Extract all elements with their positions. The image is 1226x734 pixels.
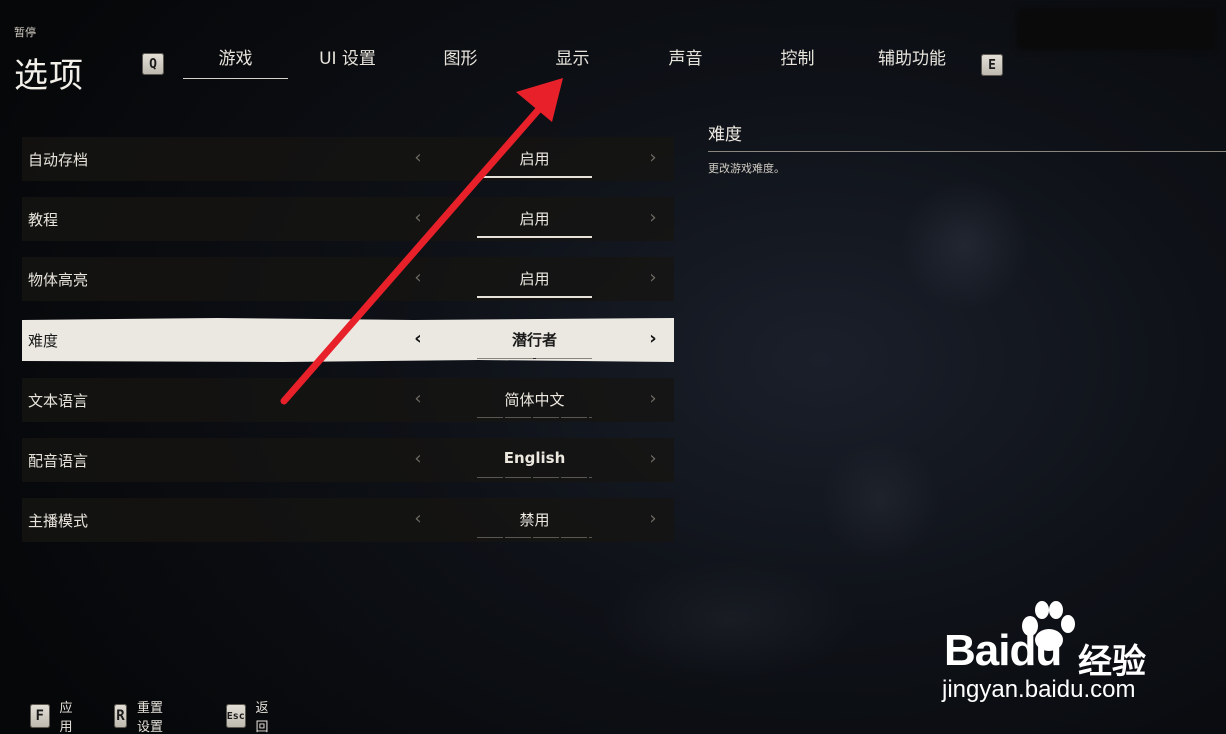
setting-value: 简体中文 (504, 391, 565, 409)
description-panel: 难度 更改游戏难度。 (708, 120, 1226, 176)
description-divider (708, 151, 1226, 152)
setting-row-streamer-mode[interactable]: 主播模式 ‹ 禁用 › (22, 498, 674, 542)
tab-graphics[interactable]: 图形 (408, 44, 513, 78)
setting-value: 启用 (519, 150, 550, 168)
chevron-left-icon[interactable]: ‹ (410, 147, 426, 168)
tab-game[interactable]: 游戏 (183, 44, 288, 79)
chevron-left-icon[interactable]: ‹ (410, 267, 426, 288)
setting-row-text-language[interactable]: 文本语言 ‹ 简体中文 › (22, 378, 674, 422)
chevron-left-icon[interactable]: ‹ (410, 388, 426, 409)
tab-accessibility[interactable]: 辅助功能 (852, 44, 972, 78)
tab-controls[interactable]: 控制 (745, 44, 850, 78)
baidu-jingyan-watermark: Baidu 经验 jingyan.baidu.com (938, 600, 1168, 710)
value-underline (477, 176, 592, 178)
setting-value: English (503, 449, 566, 467)
page-title: 选项 (14, 56, 84, 96)
back-button[interactable]: Esc 返回 (226, 701, 275, 734)
chevron-right-icon[interactable]: › (645, 207, 661, 228)
setting-row-tutorial[interactable]: 教程 ‹ 启用 › (22, 197, 674, 241)
value-underline (477, 358, 592, 359)
tab-display[interactable]: 显示 (520, 44, 625, 78)
description-title: 难度 (708, 125, 742, 145)
reset-settings-label: 重置设置 (137, 701, 164, 734)
setting-label: 配音语言 (28, 452, 89, 470)
value-underline (477, 477, 592, 478)
background-glow (600, 560, 860, 680)
background-glow (820, 440, 940, 560)
chevron-left-icon[interactable]: ‹ (410, 508, 426, 529)
chevron-right-icon[interactable]: › (645, 267, 661, 288)
prev-tab-key-q[interactable]: Q (142, 53, 164, 75)
setting-label: 难度 (28, 332, 59, 350)
apply-button[interactable]: F 应用 (30, 701, 79, 734)
watermark-logo-text: Baidu (944, 626, 1062, 675)
next-tab-key-e[interactable]: E (981, 54, 1003, 76)
chevron-left-icon[interactable]: ‹ (410, 328, 426, 349)
chevron-right-icon[interactable]: › (645, 448, 661, 469)
key-esc-badge: Esc (226, 704, 246, 728)
chevron-right-icon[interactable]: › (645, 147, 661, 168)
blurred-overlay (1016, 8, 1216, 50)
apply-label: 应用 (59, 701, 73, 734)
setting-value: 启用 (519, 270, 550, 288)
description-text: 更改游戏难度。 (708, 162, 785, 175)
chevron-right-icon[interactable]: › (645, 388, 661, 409)
reset-settings-button[interactable]: R 重置设置 (114, 701, 163, 734)
chevron-left-icon[interactable]: ‹ (410, 207, 426, 228)
setting-label: 教程 (28, 211, 59, 229)
setting-row-object-highlight[interactable]: 物体高亮 ‹ 启用 › (22, 257, 674, 301)
chevron-right-icon[interactable]: › (645, 328, 661, 349)
key-f-badge: F (30, 704, 50, 728)
value-underline (477, 537, 592, 538)
value-underline (477, 296, 592, 298)
back-label: 返回 (255, 701, 269, 734)
watermark-url: jingyan.baidu.com (942, 676, 1136, 703)
key-r-badge: R (114, 704, 127, 728)
setting-label: 自动存档 (28, 151, 89, 169)
setting-row-autosave[interactable]: 自动存档 ‹ 启用 › (22, 137, 674, 181)
background-glow (900, 180, 1030, 310)
tab-ui-settings[interactable]: UI 设置 (295, 44, 400, 78)
value-underline (477, 417, 592, 418)
pause-label: 暂停 (14, 26, 36, 39)
tab-audio[interactable]: 声音 (633, 44, 738, 78)
setting-value: 禁用 (519, 511, 550, 529)
setting-row-difficulty[interactable]: 难度 ‹ 潜行者 › (22, 318, 674, 362)
setting-value: 启用 (519, 210, 550, 228)
setting-label: 物体高亮 (28, 271, 89, 289)
chevron-left-icon[interactable]: ‹ (410, 448, 426, 469)
setting-row-voice-language[interactable]: 配音语言 ‹ English › (22, 438, 674, 482)
setting-value: 潜行者 (511, 331, 557, 349)
setting-label: 文本语言 (28, 392, 89, 410)
chevron-right-icon[interactable]: › (645, 508, 661, 529)
value-underline (477, 236, 592, 238)
setting-label: 主播模式 (28, 512, 89, 530)
